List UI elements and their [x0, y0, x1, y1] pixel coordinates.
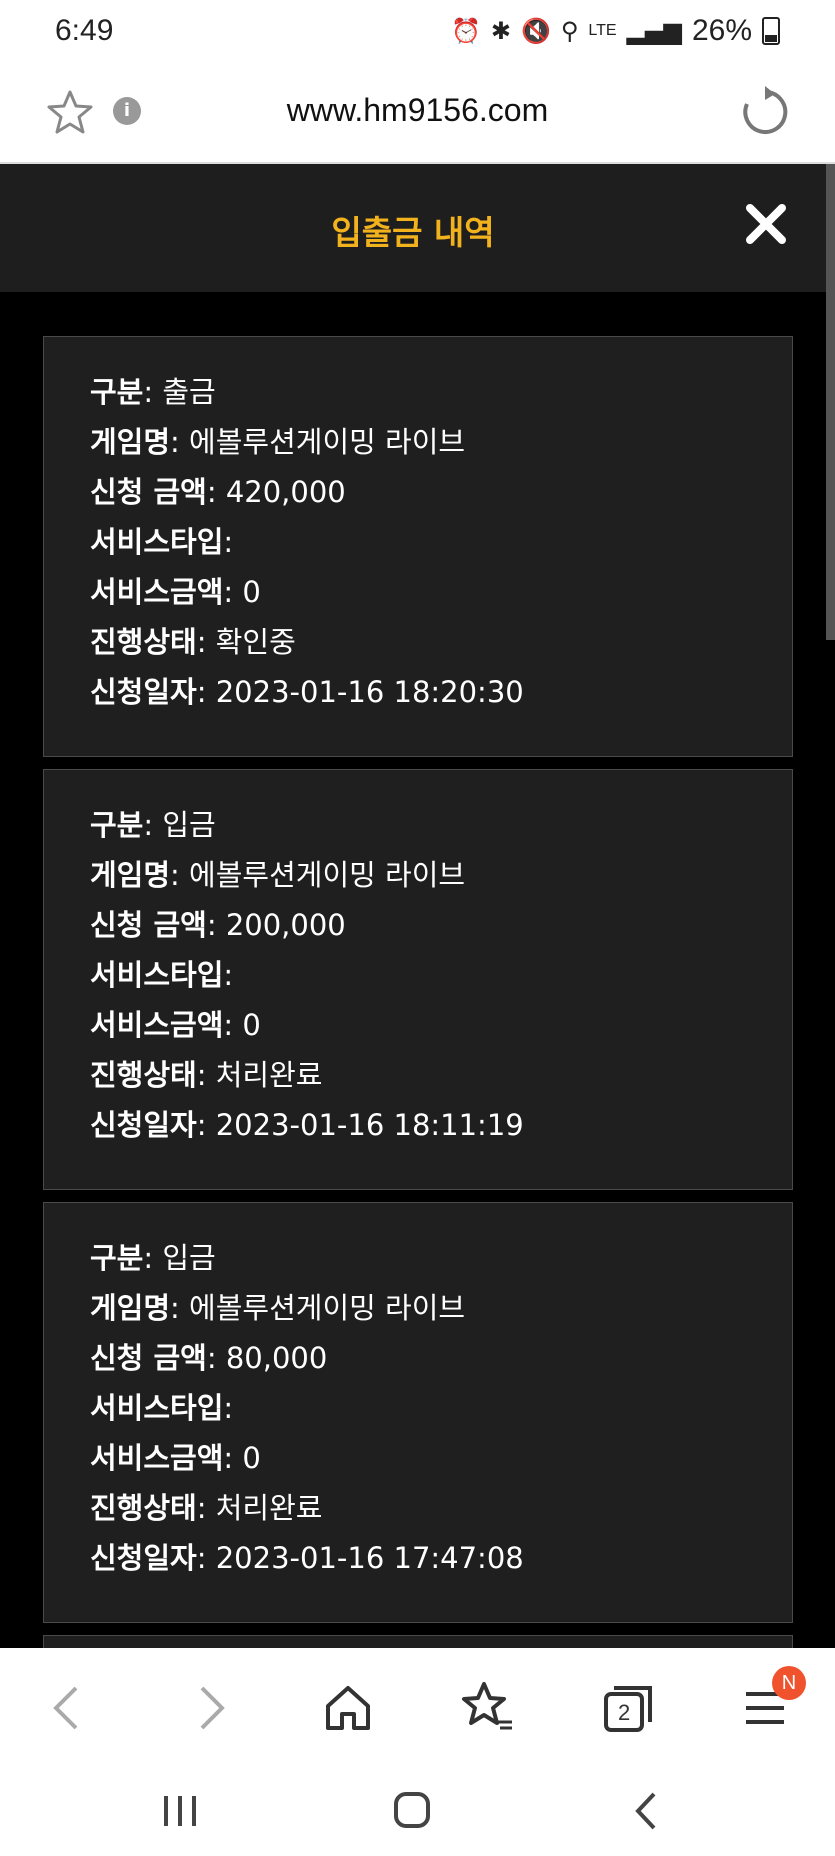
- transaction-list: 구분: 출금 게임명: 에볼루션게이밍 라이브 신청 금액: 420,000 서…: [43, 336, 793, 1675]
- label: 서비스타입: [90, 958, 224, 992]
- row-amount: 신청 금액: 80,000: [90, 1341, 328, 1375]
- label: 구분: [90, 375, 144, 409]
- value: 처리완료: [215, 1058, 323, 1092]
- value: 80,000: [225, 1341, 328, 1375]
- value: 420,000: [225, 475, 346, 509]
- signal-icon: ▂▄▆: [626, 17, 682, 45]
- value: 에볼루션게이밍 라이브: [189, 425, 466, 459]
- forward-arrow-icon[interactable]: [180, 1678, 240, 1738]
- tab-count: 2: [618, 1700, 631, 1725]
- label: 서비스금액: [90, 1008, 224, 1042]
- browser-toolbar: 2 N: [0, 1648, 835, 1768]
- row-amount: 신청 금액: 420,000: [90, 475, 346, 509]
- row-status: 진행상태: 처리완료: [90, 1058, 323, 1092]
- home-icon[interactable]: [318, 1678, 378, 1738]
- menu-button[interactable]: N: [738, 1666, 806, 1738]
- row-game: 게임명: 에볼루션게이밍 라이브: [90, 425, 466, 459]
- bluetooth-icon: ✱: [490, 17, 511, 45]
- back-arrow-icon[interactable]: [38, 1678, 98, 1738]
- row-service-type: 서비스타입:: [90, 525, 234, 559]
- label: 신청일자: [90, 1108, 197, 1142]
- row-service-amount: 서비스금액: 0: [90, 1008, 261, 1042]
- value: 출금: [162, 375, 216, 409]
- value: 확인중: [215, 625, 296, 659]
- row-type: 구분: 입금: [90, 808, 216, 842]
- label: 서비스타입: [90, 525, 224, 559]
- lte-label: LTE: [588, 22, 617, 39]
- reload-icon[interactable]: [739, 86, 791, 138]
- row-service-amount: 서비스금액: 0: [90, 575, 261, 609]
- label: 게임명: [90, 1291, 171, 1325]
- row-service-type: 서비스타입:: [90, 1391, 234, 1425]
- label: 서비스타입: [90, 1391, 224, 1425]
- modal-title: 입출금 내역: [331, 213, 495, 252]
- clock: 6:49: [55, 14, 114, 47]
- label: 신청일자: [90, 675, 197, 709]
- modal-header: 입출금 내역: [0, 164, 826, 292]
- row-date: 신청일자: 2023-01-16 18:11:19: [90, 1108, 524, 1142]
- recent-apps-icon[interactable]: [150, 1786, 210, 1836]
- alarm-icon: ⏰: [450, 17, 481, 45]
- label: 서비스금액: [90, 575, 224, 609]
- row-date: 신청일자: 2023-01-16 17:47:08: [90, 1541, 524, 1575]
- location-icon: ⚲: [560, 17, 579, 45]
- value: 2023-01-16 18:20:30: [215, 675, 524, 709]
- system-navigation-bar: [0, 1768, 835, 1856]
- close-icon[interactable]: [744, 202, 788, 246]
- value: 2023-01-16 17:47:08: [215, 1541, 524, 1575]
- label: 게임명: [90, 858, 171, 892]
- label: 구분: [90, 1241, 144, 1275]
- home-nav-icon[interactable]: [382, 1786, 442, 1836]
- scrollbar[interactable]: [826, 164, 835, 640]
- label: 신청 금액: [90, 908, 207, 942]
- label: 게임명: [90, 425, 171, 459]
- value: 입금: [162, 1241, 216, 1275]
- transaction-card: 구분: 입금 게임명: 에볼루션게이밍 라이브 신청 금액: 200,000 서…: [43, 769, 793, 1190]
- value: 에볼루션게이밍 라이브: [189, 1291, 466, 1325]
- label: 진행상태: [90, 1058, 197, 1092]
- row-service-amount: 서비스금액: 0: [90, 1441, 261, 1475]
- row-game: 게임명: 에볼루션게이밍 라이브: [90, 1291, 466, 1325]
- value: 0: [242, 575, 261, 609]
- value: 2023-01-16 18:11:19: [215, 1108, 524, 1142]
- battery-percent: 26%: [691, 14, 752, 47]
- address-bar: i www.hm9156.com: [0, 70, 835, 164]
- value: 0: [242, 1008, 261, 1042]
- label: 구분: [90, 808, 144, 842]
- row-amount: 신청 금액: 200,000: [90, 908, 346, 942]
- url-text[interactable]: www.hm9156.com: [0, 92, 835, 129]
- tabs-button[interactable]: 2: [598, 1678, 658, 1738]
- value: 에볼루션게이밍 라이브: [189, 858, 466, 892]
- label: 진행상태: [90, 625, 197, 659]
- row-status: 진행상태: 확인중: [90, 625, 296, 659]
- transaction-card: 구분: 출금 게임명: 에볼루션게이밍 라이브 신청 금액: 420,000 서…: [43, 336, 793, 757]
- battery-icon: [762, 17, 780, 45]
- label: 신청일자: [90, 1541, 197, 1575]
- value: 200,000: [225, 908, 346, 942]
- row-date: 신청일자: 2023-01-16 18:20:30: [90, 675, 524, 709]
- label: 신청 금액: [90, 475, 207, 509]
- row-game: 게임명: 에볼루션게이밍 라이브: [90, 858, 466, 892]
- row-type: 구분: 출금: [90, 375, 216, 409]
- back-nav-icon[interactable]: [618, 1786, 678, 1836]
- row-type: 구분: 입금: [90, 1241, 216, 1275]
- label: 진행상태: [90, 1491, 197, 1525]
- notification-badge: N: [772, 1666, 806, 1700]
- transaction-card: 구분: 입금 게임명: 에볼루션게이밍 라이브 신청 금액: 80,000 서비…: [43, 1202, 793, 1623]
- value: 0: [242, 1441, 261, 1475]
- row-status: 진행상태: 처리완료: [90, 1491, 323, 1525]
- value: 입금: [162, 808, 216, 842]
- value: 처리완료: [215, 1491, 323, 1525]
- status-icons: ⏰ ✱ 🔇 ⚲ LTE ▂▄▆ 26%: [451, 14, 780, 48]
- row-service-type: 서비스타입:: [90, 958, 234, 992]
- status-bar: 6:49 ⏰ ✱ 🔇 ⚲ LTE ▂▄▆ 26%: [0, 0, 835, 70]
- label: 서비스금액: [90, 1441, 224, 1475]
- bookmarks-icon[interactable]: [458, 1678, 518, 1738]
- label: 신청 금액: [90, 1341, 207, 1375]
- mute-icon: 🔇: [520, 17, 551, 45]
